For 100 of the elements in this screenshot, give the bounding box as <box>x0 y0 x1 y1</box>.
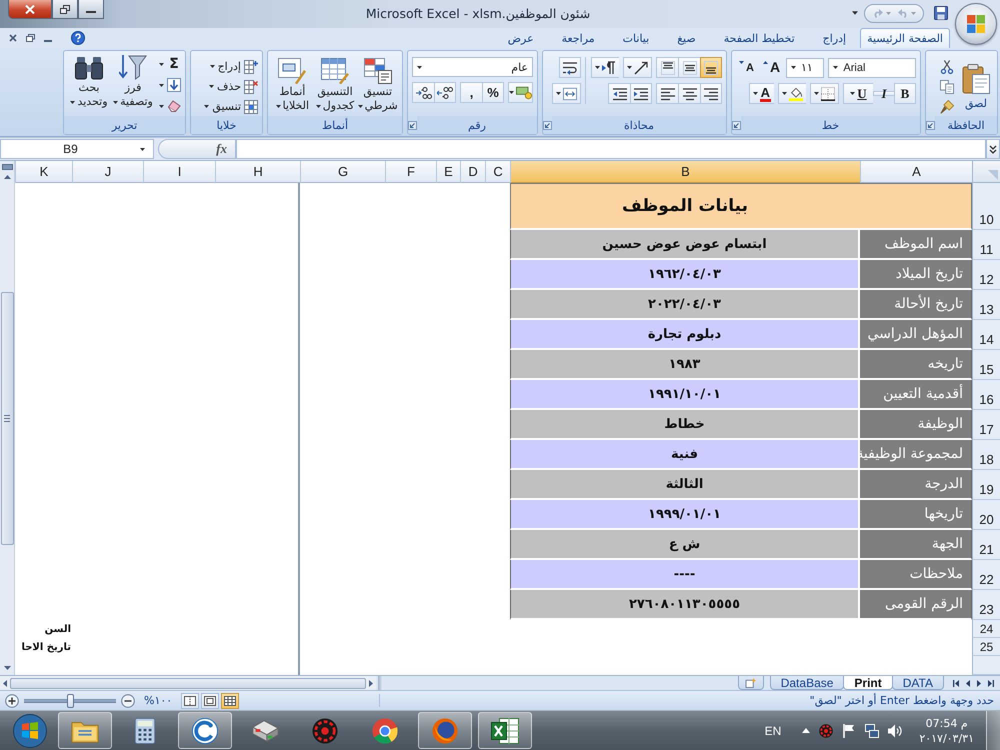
next-sheet-icon[interactable] <box>977 680 981 686</box>
cell-styles-button[interactable]: أنماط الخلايا <box>272 58 313 112</box>
restore-button[interactable] <box>52 0 78 19</box>
zoom-out-icon[interactable] <box>121 694 135 708</box>
format-toggle-button[interactable]: U <box>843 83 873 104</box>
column-header[interactable]: F <box>385 161 436 183</box>
column-header[interactable]: G <box>300 161 385 183</box>
taskbar-app-button[interactable] <box>478 712 532 749</box>
restore-icon[interactable] <box>26 34 35 42</box>
number-format-field[interactable]: عام <box>412 57 533 77</box>
close-button[interactable] <box>8 0 52 19</box>
scroll-left-icon[interactable] <box>3 680 7 686</box>
scroll-thumb[interactable] <box>0 292 14 545</box>
sort-filter-button[interactable]: فرز وتصفية <box>113 54 153 108</box>
dialog-launcher-icon[interactable] <box>926 120 935 130</box>
scroll-right-icon[interactable] <box>369 680 373 686</box>
formula-field[interactable] <box>236 139 986 159</box>
column-header[interactable]: A <box>860 161 972 183</box>
close-icon[interactable] <box>9 34 17 42</box>
horizontal-align-button[interactable] <box>700 83 722 104</box>
autosum-button[interactable]: Σ <box>157 54 181 74</box>
row-header[interactable]: 11 <box>972 230 1000 260</box>
help-icon[interactable] <box>71 31 85 45</box>
merge-cells-button[interactable] <box>552 83 581 104</box>
row-header[interactable]: 19 <box>972 470 1000 500</box>
format-toggle-button[interactable]: I <box>873 91 894 96</box>
row-header[interactable]: 12 <box>972 260 1000 290</box>
zoom-in-icon[interactable] <box>5 694 19 708</box>
fill-button[interactable] <box>157 75 181 95</box>
borders-button[interactable] <box>810 83 839 104</box>
format-toggle-button[interactable]: B <box>894 83 916 104</box>
row-header[interactable]: 21 <box>972 530 1000 560</box>
ribbon-tab[interactable]: صيغ <box>663 28 710 48</box>
font-color-button[interactable]: A <box>748 83 774 104</box>
grow-font-button[interactable]: A <box>761 57 782 78</box>
row-header[interactable]: 25 <box>972 638 1000 656</box>
row-header[interactable]: 22 <box>972 560 1000 590</box>
ribbon-tab[interactable]: الصفحة الرئيسية <box>860 28 950 48</box>
expand-formula-button[interactable] <box>986 139 1000 159</box>
horizontal-align-button[interactable] <box>656 83 678 104</box>
ribbon-tab[interactable]: تخطيط الصفحة <box>710 28 809 48</box>
copy-icon[interactable] <box>939 80 955 94</box>
column-header[interactable]: J <box>72 161 143 183</box>
column-header[interactable]: B <box>510 161 860 183</box>
row-header[interactable]: 13 <box>972 290 1000 320</box>
decrease-decimal-button[interactable] <box>412 82 434 103</box>
insert-function-button[interactable]: fx <box>158 139 236 159</box>
row-header[interactable]: 17 <box>972 410 1000 440</box>
scroll-down-icon[interactable] <box>4 666 10 670</box>
minimize-button[interactable] <box>78 0 104 19</box>
paintbrush-icon[interactable] <box>939 100 955 114</box>
dialog-launcher-icon[interactable] <box>732 120 741 130</box>
font-size-field[interactable]: ١١ <box>786 58 824 78</box>
page-layout-button[interactable] <box>201 692 220 708</box>
caret-up-icon[interactable] <box>802 728 810 733</box>
show-desktop-button[interactable] <box>986 711 1000 750</box>
row-header[interactable]: 18 <box>972 440 1000 470</box>
text-direction-button[interactable] <box>591 57 619 78</box>
split-box[interactable] <box>2 164 12 170</box>
sheet-tab[interactable]: DataBase <box>770 676 844 690</box>
network-icon[interactable] <box>865 724 880 738</box>
ribbon-tab[interactable]: بيانات <box>608 28 664 48</box>
insert-sheet-tab[interactable] <box>738 676 764 690</box>
first-sheet-icon[interactable] <box>953 680 959 686</box>
fill-color-button[interactable] <box>778 83 806 104</box>
horizontal-align-button[interactable] <box>678 83 700 104</box>
insert-cells-button[interactable]: إدراج <box>195 57 258 76</box>
ribbon-tab[interactable]: إدراج <box>808 28 860 48</box>
scroll-thumb[interactable] <box>10 678 366 688</box>
vertical-align-button[interactable] <box>656 57 678 78</box>
row-header[interactable]: 24 <box>972 620 1000 638</box>
indent-button[interactable] <box>630 83 652 104</box>
clock-time[interactable]: 07:54 م <box>926 716 968 730</box>
percent-style-button[interactable]: % <box>482 82 504 103</box>
vertical-align-button[interactable] <box>700 57 722 78</box>
save-button[interactable] <box>934 6 948 20</box>
orientation-button[interactable] <box>623 57 652 78</box>
split-handle[interactable] <box>378 676 383 690</box>
column-header[interactable]: D <box>460 161 485 183</box>
ribbon-tab[interactable]: عرض <box>494 28 548 48</box>
shrink-font-button[interactable]: A <box>736 57 757 78</box>
paste-button[interactable]: لصق <box>959 64 993 110</box>
delete-cells-button[interactable]: حذف <box>195 77 258 96</box>
previous-sheet-icon[interactable] <box>966 680 970 686</box>
increase-decimal-button[interactable] <box>434 82 456 103</box>
name-box[interactable]: B9 <box>0 139 154 159</box>
dialog-launcher-icon[interactable] <box>543 120 552 130</box>
row-header[interactable]: 16 <box>972 380 1000 410</box>
accounting-format-button[interactable] <box>508 82 533 103</box>
font-name-field[interactable]: Arial <box>828 58 916 78</box>
column-header[interactable]: E <box>436 161 460 183</box>
last-sheet-icon[interactable] <box>988 680 994 686</box>
row-header[interactable]: 23 <box>972 590 1000 620</box>
column-header[interactable]: H <box>215 161 300 183</box>
zoom-level[interactable]: ١٠٠% <box>144 694 172 707</box>
sheet-tab[interactable]: DATA <box>892 676 944 690</box>
row-header[interactable]: 20 <box>972 500 1000 530</box>
vertical-align-button[interactable] <box>678 57 700 78</box>
taskbar-app-button[interactable] <box>418 712 472 749</box>
column-header[interactable]: I <box>143 161 215 183</box>
